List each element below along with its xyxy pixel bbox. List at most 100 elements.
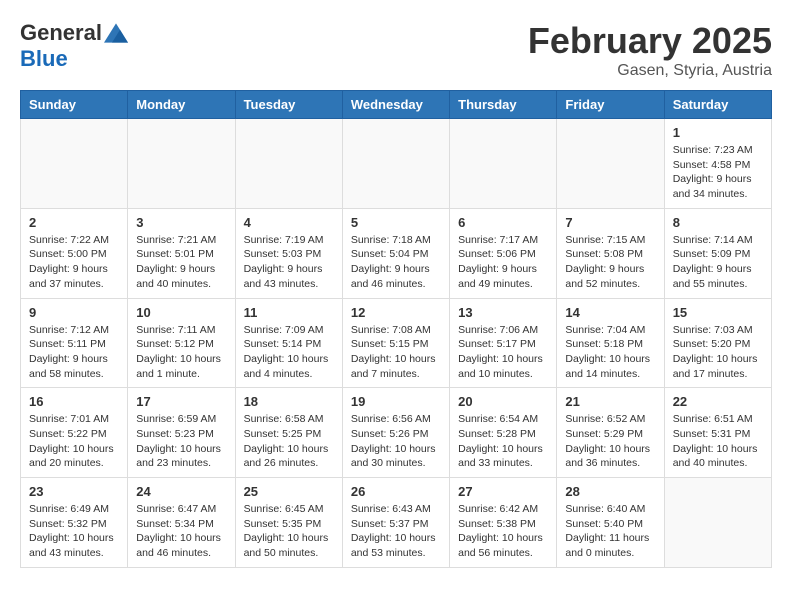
- day-number: 4: [244, 215, 334, 230]
- calendar-week-row: 2Sunrise: 7:22 AM Sunset: 5:00 PM Daylig…: [21, 208, 772, 298]
- calendar-day-cell: 17Sunrise: 6:59 AM Sunset: 5:23 PM Dayli…: [128, 388, 235, 478]
- logo: General Blue: [20, 20, 128, 72]
- day-info: Sunrise: 7:17 AM Sunset: 5:06 PM Dayligh…: [458, 233, 548, 292]
- day-number: 18: [244, 394, 334, 409]
- day-number: 22: [673, 394, 763, 409]
- day-info: Sunrise: 7:11 AM Sunset: 5:12 PM Dayligh…: [136, 323, 226, 382]
- day-info: Sunrise: 7:14 AM Sunset: 5:09 PM Dayligh…: [673, 233, 763, 292]
- day-number: 12: [351, 305, 441, 320]
- day-of-week-header: Monday: [128, 91, 235, 119]
- day-number: 11: [244, 305, 334, 320]
- calendar-day-cell: 26 Sunrise: 6:43 AM Sunset: 5:37 PM Dayli…: [342, 478, 449, 568]
- day-info: Sunrise: 7:03 AM Sunset: 5:20 PM Dayligh…: [673, 323, 763, 382]
- day-info: Sunrise: 6:49 AM Sunset: 5:32 PM Dayligh…: [29, 502, 119, 561]
- day-number: 5: [351, 215, 441, 230]
- calendar-header-row: SundayMondayTuesdayWednesdayThursdayFrid…: [21, 91, 772, 119]
- calendar-table: SundayMondayTuesdayWednesdayThursdayFrid…: [20, 90, 772, 568]
- day-info: Sunrise: 7:21 AM Sunset: 5:01 PM Dayligh…: [136, 233, 226, 292]
- calendar-day-cell: 6 Sunrise: 7:17 AM Sunset: 5:06 PM Daylig…: [450, 208, 557, 298]
- month-year-title: February 2025: [528, 20, 772, 62]
- day-of-week-header: Sunday: [21, 91, 128, 119]
- day-number: 21: [565, 394, 655, 409]
- logo-general-text: General: [20, 20, 102, 46]
- day-number: 13: [458, 305, 548, 320]
- calendar-day-cell: 3 Sunrise: 7:21 AM Sunset: 5:01 PM Daylig…: [128, 208, 235, 298]
- calendar-day-cell: 15 Sunrise: 7:03 AM Sunset: 5:20 PM Dayli…: [664, 298, 771, 388]
- calendar-day-cell: 12 Sunrise: 7:08 AM Sunset: 5:15 PM Dayli…: [342, 298, 449, 388]
- calendar-day-cell: 20 Sunrise: 6:54 AM Sunset: 5:28 PM Dayli…: [450, 388, 557, 478]
- calendar-day-cell: [450, 119, 557, 209]
- calendar-day-cell: 1 Sunrise: 7:23 AM Sunset: 4:58 PM Daylig…: [664, 119, 771, 209]
- day-of-week-header: Tuesday: [235, 91, 342, 119]
- day-of-week-header: Saturday: [664, 91, 771, 119]
- calendar-day-cell: 8 Sunrise: 7:14 AM Sunset: 5:09 PM Daylig…: [664, 208, 771, 298]
- calendar-day-cell: 13 Sunrise: 7:06 AM Sunset: 5:17 PM Dayli…: [450, 298, 557, 388]
- day-number: 9: [29, 305, 119, 320]
- day-number: 1: [673, 125, 763, 140]
- day-info: Sunrise: 7:08 AM Sunset: 5:15 PM Dayligh…: [351, 323, 441, 382]
- day-number: 6: [458, 215, 548, 230]
- day-info: Sunrise: 7:12 AM Sunset: 5:11 PM Dayligh…: [29, 323, 119, 382]
- day-of-week-header: Friday: [557, 91, 664, 119]
- calendar-day-cell: 22 Sunrise: 6:51 AM Sunset: 5:31 PM Dayli…: [664, 388, 771, 478]
- day-info: Sunrise: 7:23 AM Sunset: 4:58 PM Dayligh…: [673, 143, 763, 202]
- day-info: Sunrise: 6:56 AM Sunset: 5:26 PM Dayligh…: [351, 412, 441, 471]
- logo-icon: [104, 23, 128, 43]
- day-number: 19: [351, 394, 441, 409]
- calendar-day-cell: 18 Sunrise: 6:58 AM Sunset: 5:25 PM Dayli…: [235, 388, 342, 478]
- day-number: 2: [29, 215, 119, 230]
- day-number: 3: [136, 215, 226, 230]
- day-number: 16: [29, 394, 119, 409]
- calendar-day-cell: 4 Sunrise: 7:19 AM Sunset: 5:03 PM Daylig…: [235, 208, 342, 298]
- day-of-week-header: Wednesday: [342, 91, 449, 119]
- calendar-day-cell: 14 Sunrise: 7:04 AM Sunset: 5:18 PM Dayli…: [557, 298, 664, 388]
- day-number: 15: [673, 305, 763, 320]
- calendar-day-cell: 5 Sunrise: 7:18 AM Sunset: 5:04 PM Daylig…: [342, 208, 449, 298]
- day-number: 20: [458, 394, 548, 409]
- day-info: Sunrise: 7:04 AM Sunset: 5:18 PM Dayligh…: [565, 323, 655, 382]
- calendar-day-cell: [342, 119, 449, 209]
- day-number: 26: [351, 484, 441, 499]
- calendar-day-cell: 7 Sunrise: 7:15 AM Sunset: 5:08 PM Daylig…: [557, 208, 664, 298]
- calendar-day-cell: 16 Sunrise: 7:01 AM Sunset: 5:22 PM Dayli…: [21, 388, 128, 478]
- location-subtitle: Gasen, Styria, Austria: [528, 62, 772, 80]
- calendar-day-cell: 24Sunrise: 6:47 AM Sunset: 5:34 PM Dayli…: [128, 478, 235, 568]
- day-number: 23: [29, 484, 119, 499]
- calendar-day-cell: 9 Sunrise: 7:12 AM Sunset: 5:11 PM Daylig…: [21, 298, 128, 388]
- calendar-day-cell: 19 Sunrise: 6:56 AM Sunset: 5:26 PM Dayli…: [342, 388, 449, 478]
- day-number: 10: [136, 305, 226, 320]
- calendar-day-cell: [235, 119, 342, 209]
- day-info: Sunrise: 7:15 AM Sunset: 5:08 PM Dayligh…: [565, 233, 655, 292]
- day-number: 27: [458, 484, 548, 499]
- calendar-day-cell: 23 Sunrise: 6:49 AM Sunset: 5:32 PM Dayli…: [21, 478, 128, 568]
- page-header: General Blue February 2025 Gasen, Styria…: [20, 20, 772, 80]
- day-number: 14: [565, 305, 655, 320]
- calendar-day-cell: [21, 119, 128, 209]
- calendar-day-cell: [664, 478, 771, 568]
- day-info: Sunrise: 6:40 AM Sunset: 5:40 PM Dayligh…: [565, 502, 655, 561]
- day-number: 25: [244, 484, 334, 499]
- day-of-week-header: Thursday: [450, 91, 557, 119]
- day-number: 28: [565, 484, 655, 499]
- day-number: 8: [673, 215, 763, 230]
- calendar-week-row: 9 Sunrise: 7:12 AM Sunset: 5:11 PM Daylig…: [21, 298, 772, 388]
- day-info: Sunrise: 6:54 AM Sunset: 5:28 PM Dayligh…: [458, 412, 548, 471]
- day-info: Sunrise: 6:51 AM Sunset: 5:31 PM Dayligh…: [673, 412, 763, 471]
- day-number: 24: [136, 484, 226, 499]
- day-info: Sunrise: 7:01 AM Sunset: 5:22 PM Dayligh…: [29, 412, 119, 471]
- day-info: Sunrise: 6:43 AM Sunset: 5:37 PM Dayligh…: [351, 502, 441, 561]
- day-info: Sunrise: 7:06 AM Sunset: 5:17 PM Dayligh…: [458, 323, 548, 382]
- calendar-day-cell: 27 Sunrise: 6:42 AM Sunset: 5:38 PM Dayli…: [450, 478, 557, 568]
- day-info: Sunrise: 7:09 AM Sunset: 5:14 PM Dayligh…: [244, 323, 334, 382]
- calendar-day-cell: [557, 119, 664, 209]
- day-info: Sunrise: 7:18 AM Sunset: 5:04 PM Dayligh…: [351, 233, 441, 292]
- day-info: Sunrise: 6:42 AM Sunset: 5:38 PM Dayligh…: [458, 502, 548, 561]
- day-info: Sunrise: 6:45 AM Sunset: 5:35 PM Dayligh…: [244, 502, 334, 561]
- calendar-day-cell: 11 Sunrise: 7:09 AM Sunset: 5:14 PM Dayli…: [235, 298, 342, 388]
- calendar-day-cell: 21Sunrise: 6:52 AM Sunset: 5:29 PM Dayli…: [557, 388, 664, 478]
- calendar-day-cell: 10 Sunrise: 7:11 AM Sunset: 5:12 PM Dayli…: [128, 298, 235, 388]
- day-number: 7: [565, 215, 655, 230]
- day-info: Sunrise: 7:19 AM Sunset: 5:03 PM Dayligh…: [244, 233, 334, 292]
- calendar-week-row: 16 Sunrise: 7:01 AM Sunset: 5:22 PM Dayli…: [21, 388, 772, 478]
- day-info: Sunrise: 6:58 AM Sunset: 5:25 PM Dayligh…: [244, 412, 334, 471]
